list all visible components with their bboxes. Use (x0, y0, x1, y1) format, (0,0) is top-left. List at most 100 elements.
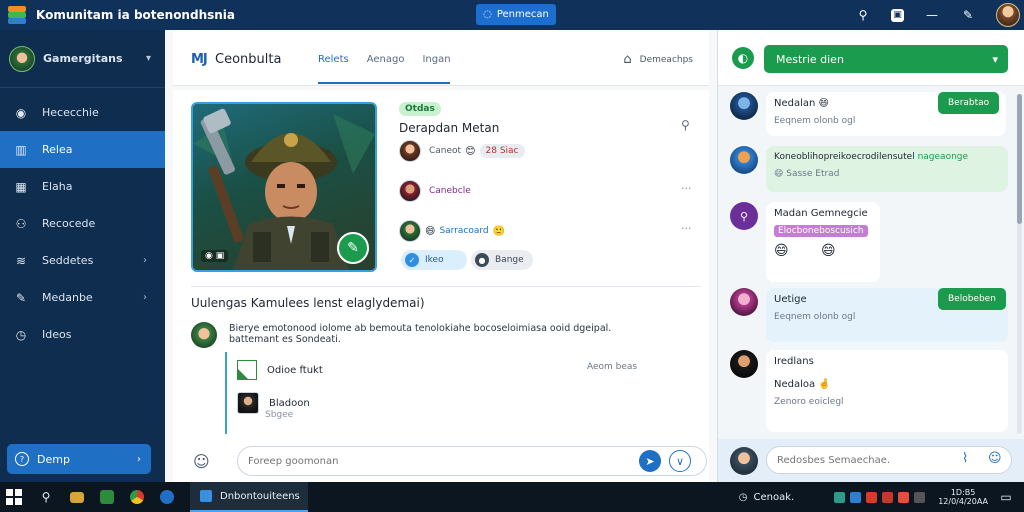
file-icon (237, 360, 257, 380)
tray-app-icon[interactable] (914, 491, 926, 503)
message-action-button[interactable]: Berabtao (938, 92, 1000, 114)
clock-time: 1D:B5 (950, 488, 976, 497)
taskbar-active-app[interactable]: Dnbontouiteens (190, 482, 308, 512)
tab-relets[interactable]: Relets (318, 54, 349, 77)
chat-channel-select[interactable]: Mestrie dien ▾ (764, 45, 1008, 73)
tag-chip[interactable]: ● Bange (471, 250, 533, 270)
image-icon[interactable]: ▣ (891, 8, 904, 22)
search-icon[interactable]: ⚲ (38, 489, 54, 505)
post-input[interactable] (237, 446, 707, 476)
thread-user-sub: Sbgee (265, 410, 294, 420)
app-logo-icon (6, 4, 28, 26)
folder-icon[interactable] (70, 491, 84, 503)
tag-chip[interactable]: ✓ Ikeo (401, 250, 467, 270)
sidebar-item-hececchie[interactable]: ◉ Hececchie (0, 94, 165, 131)
header-action[interactable]: ⌂ Demeachps (623, 52, 693, 67)
sidebar-item-seddetes[interactable]: ≋ Seddetes › (0, 242, 165, 279)
tag-chip-label: Ikeo (425, 255, 444, 265)
chat-message[interactable]: Nedalan 😄 Eeqnem olonb ogl Berabtao (730, 92, 1014, 136)
sidebar-item-label: Relea (42, 143, 73, 156)
chat-message[interactable]: Iredlans Nedaloa 🤞 Zenoro eoiclegl (730, 350, 1014, 434)
tray-app-icon[interactable] (898, 491, 910, 503)
hero-image[interactable]: ◉ ▣ ✎ (191, 102, 377, 272)
main-header: MJ Ceonbulta Relets Aenago Ingan ⌂ Demea… (173, 30, 709, 86)
avatar-icon: ● (475, 253, 489, 267)
chat-message[interactable]: ⚲ Madan Gemnegcie Elocboneboscusich 😄 😄 (730, 202, 1014, 282)
emoji-icon[interactable]: ☺ (988, 451, 1002, 466)
center-button[interactable]: ◌ Penmecan (476, 4, 556, 25)
message-text: Nedaloa 🤞 (774, 379, 831, 390)
emoji-reactions[interactable]: 😄 😄 (774, 243, 872, 259)
scrollbar[interactable] (1017, 94, 1022, 434)
member-row[interactable]: Caneot 😊 28 Siac (399, 138, 525, 164)
title-bar: Komunitam ia botenondhsnia ◌ Penmecan ⚲ … (0, 0, 1024, 30)
send-icon[interactable]: ➤ (639, 450, 661, 472)
tray-app-icon[interactable] (866, 491, 878, 503)
sidebar-user[interactable]: Gamergitans ▾ (0, 30, 165, 88)
tab-underline (318, 82, 450, 84)
attach-icon[interactable]: ⌇ (962, 451, 968, 466)
message-tag: Elocboneboscusich (774, 225, 868, 237)
profile-name: Derapdan Metan (399, 121, 500, 135)
clock-icon: ◷ (738, 491, 748, 503)
store-icon[interactable] (100, 490, 114, 504)
status-badge: Otdas (399, 102, 441, 116)
more-icon[interactable]: ··· (681, 182, 692, 195)
member-row[interactable]: 😄 Sarracoard 🙂 (399, 218, 505, 244)
tray-status[interactable]: ◷ Cenoak. (739, 492, 794, 503)
sidebar-item-relea[interactable]: ▥ Relea (0, 131, 165, 168)
hero-image-controls[interactable]: ◉ ▣ (201, 250, 229, 262)
sidebar-item-elaha[interactable]: ▦ Elaha (0, 168, 165, 205)
tray-app-icon[interactable] (834, 491, 846, 503)
sidebar-item-label: Hececchie (42, 106, 99, 119)
chat-input[interactable] (766, 446, 1012, 474)
edit-badge-icon[interactable]: ✎ (337, 232, 369, 264)
scrollbar-thumb[interactable] (1017, 94, 1022, 224)
start-icon[interactable] (6, 489, 22, 505)
avatar (237, 392, 259, 414)
message-bubble: Koneoblihopreikoecrodilensutel nageaonge… (766, 146, 1008, 192)
sidebar-item-recocede[interactable]: ⚇ Recocede (0, 205, 165, 242)
message-action-button[interactable]: Belobeben (938, 288, 1006, 310)
member-name: Caneot (429, 146, 462, 156)
profile-card: ◉ ▣ ✎ Otdas Derapdan Metan ⚲ Caneot 😊 28… (173, 90, 709, 482)
avatar (730, 92, 758, 120)
message-meta: 😄 Sasse Etrad (774, 169, 840, 179)
header-action-label: Demeachps (639, 54, 693, 65)
tray-app-icon[interactable] (882, 491, 894, 503)
user-icon[interactable]: ⚲ (681, 118, 690, 132)
browser-icon[interactable] (130, 490, 144, 504)
book-icon: ▥ (15, 142, 27, 157)
search-icon[interactable]: ⚲ (855, 7, 871, 23)
chevron-down-icon: ▾ (992, 52, 998, 66)
divider (191, 286, 701, 287)
sidebar-item-ideos[interactable]: ◷ Ideos (0, 316, 165, 353)
clock[interactable]: 1D:B5 12/0/4/20AA (938, 488, 988, 506)
tab-aenago[interactable]: Aenago (367, 54, 405, 77)
emoji-icon[interactable]: ☺ (193, 452, 210, 471)
tab-ingan[interactable]: Ingan (422, 54, 450, 77)
app-icon[interactable] (160, 490, 174, 504)
avatar: ⚲ (730, 202, 758, 230)
member-row[interactable]: Canebcle (399, 178, 471, 204)
taskbar-active-app-label: Dnbontouiteens (220, 490, 300, 502)
clock-date: 12/0/4/20AA (938, 497, 988, 506)
minimize-icon[interactable]: — (924, 7, 940, 23)
chat-message[interactable]: Koneoblihopreikoecrodilensutel nageaonge… (730, 146, 1014, 192)
emoji-icon: 😄 (818, 98, 829, 109)
sidebar-item-medanbe[interactable]: ✎ Medanbe › (0, 279, 165, 316)
more-icon[interactable]: ··· (681, 222, 692, 235)
user-avatar[interactable] (996, 3, 1020, 27)
attach-icon[interactable]: ∨ (669, 450, 691, 472)
thread-file-item[interactable]: Odioe ftukt (237, 360, 323, 380)
emoji-icon: 🤞 (818, 379, 831, 390)
sidebar-item-label: Recocede (42, 217, 96, 230)
tools-icon[interactable]: ✎ (960, 7, 976, 23)
sidebar-item-label: Ideos (42, 328, 72, 341)
avatar (730, 146, 758, 174)
chat-message[interactable]: Uetige Eeqnem olonb ogl Belobeben (730, 288, 1014, 344)
tray-app-icon[interactable] (850, 491, 862, 503)
notification-icon[interactable]: ▭ (996, 489, 1016, 505)
avatar (399, 140, 421, 162)
sidebar-footer-button[interactable]: ? Demp › (7, 444, 151, 474)
